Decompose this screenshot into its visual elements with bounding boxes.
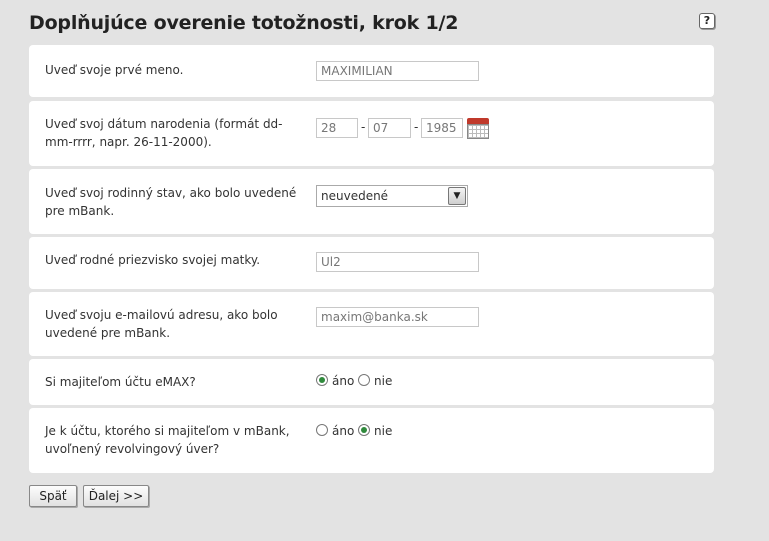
row-revolving-credit: Je k účtu, ktorého si majiteľom v mBank,…	[29, 408, 714, 473]
first-name-input[interactable]: MAXIMILIAN	[316, 61, 479, 81]
emax-owner-label: Si majiteľom účtu eMAX?	[45, 375, 196, 389]
emax-no-radio[interactable]	[358, 374, 370, 386]
revolving-yes-label: áno	[332, 424, 355, 438]
next-button[interactable]: Ďalej >>	[83, 485, 149, 507]
revolving-credit-label: Je k účtu, ktorého si majiteľom v mBank,…	[45, 424, 290, 456]
email-input[interactable]: maxim@banka.sk	[316, 307, 479, 327]
marital-status-value: neuvedené	[321, 189, 389, 203]
date-separator: -	[361, 120, 366, 134]
row-first-name: Uveď svoje prvé meno. MAXIMILIAN	[29, 45, 714, 97]
row-birth-date: Uveď svoj dátum narodenia (formát dd-mm-…	[29, 101, 714, 166]
back-button[interactable]: Späť	[29, 485, 77, 507]
mother-maiden-name-input[interactable]: Ul2	[316, 252, 479, 272]
date-separator: -	[414, 120, 419, 134]
revolving-no-label: nie	[374, 424, 393, 438]
chevron-down-icon[interactable]: ▼	[448, 187, 466, 205]
birth-year-input[interactable]: 1985	[421, 118, 463, 138]
birth-date-label: Uveď svoj dátum narodenia (formát dd-mm-…	[45, 117, 283, 149]
marital-status-label: Uveď svoj rodinný stav, ako bolo uvedené…	[45, 186, 297, 218]
calendar-icon[interactable]	[467, 118, 489, 139]
revolving-no-radio[interactable]	[358, 424, 370, 436]
birth-month-input[interactable]: 07	[368, 118, 411, 138]
row-marital-status: Uveď svoj rodinný stav, ako bolo uvedené…	[29, 169, 714, 234]
emax-yes-radio[interactable]	[316, 374, 328, 386]
revolving-yes-radio[interactable]	[316, 424, 328, 436]
birth-day-input[interactable]: 28	[316, 118, 358, 138]
row-email: Uveď svoju e-mailovú adresu, ako bolo uv…	[29, 292, 714, 356]
row-emax-owner: Si majiteľom účtu eMAX? áno nie	[29, 359, 714, 405]
emax-no-label: nie	[374, 374, 393, 388]
row-mother-maiden-name: Uveď rodné priezvisko svojej matky. Ul2	[29, 237, 714, 289]
mother-maiden-name-label: Uveď rodné priezvisko svojej matky.	[45, 253, 261, 267]
help-icon[interactable]: ?	[699, 13, 715, 29]
email-label: Uveď svoju e-mailovú adresu, ako bolo uv…	[45, 308, 278, 340]
emax-yes-label: áno	[332, 374, 355, 388]
page-title: Doplňujúce overenie totožnosti, krok 1/2	[29, 12, 459, 34]
marital-status-select[interactable]: neuvedené ▼	[316, 185, 468, 207]
first-name-label: Uveď svoje prvé meno.	[45, 63, 184, 77]
